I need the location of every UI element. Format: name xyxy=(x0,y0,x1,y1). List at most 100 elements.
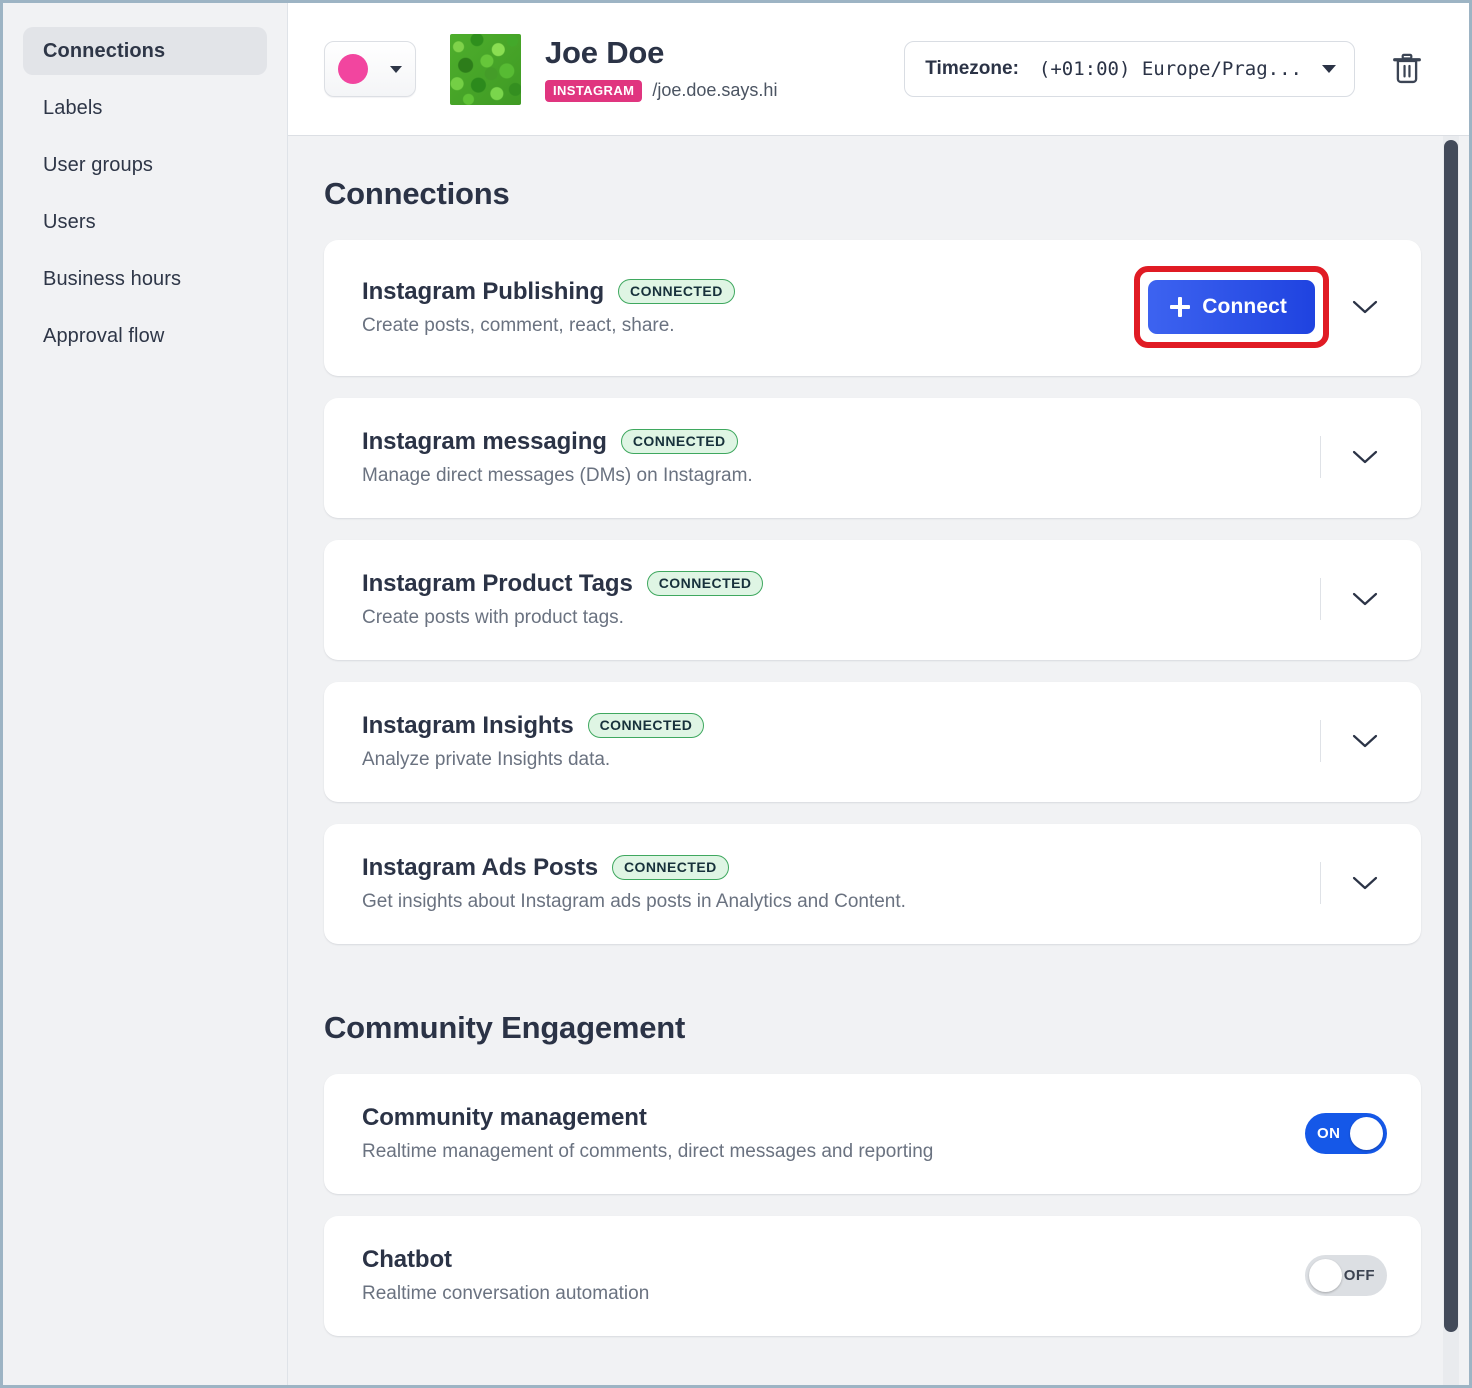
connect-button-highlight: Connect xyxy=(1134,266,1329,348)
scroll-area: Connections Instagram Publishing CONNECT… xyxy=(288,136,1469,1385)
toggle-state-label: ON xyxy=(1317,1125,1340,1142)
feature-row-community-management: Community management Realtime management… xyxy=(324,1074,1421,1194)
vertical-scrollbar[interactable] xyxy=(1443,136,1459,1385)
chevron-down-icon xyxy=(1352,733,1378,749)
connection-card-instagram-insights: Instagram Insights CONNECTED Analyze pri… xyxy=(324,682,1421,802)
expand-card-button[interactable] xyxy=(1343,435,1387,479)
sidebar-item-business-hours[interactable]: Business hours xyxy=(23,255,267,303)
expand-card-button[interactable] xyxy=(1343,861,1387,905)
content-body: Connections Instagram Publishing CONNECT… xyxy=(288,136,1469,1385)
sidebar-item-user-groups[interactable]: User groups xyxy=(23,141,267,189)
expand-card-button[interactable] xyxy=(1343,719,1387,763)
card-description: Create posts, comment, react, share. xyxy=(362,315,1134,337)
card-text: Instagram Ads Posts CONNECTED Get insigh… xyxy=(362,854,1320,913)
card-title: Instagram Insights xyxy=(362,712,574,740)
color-picker-button[interactable] xyxy=(324,41,416,97)
profile-name: Joe Doe xyxy=(545,36,777,70)
app-window: Connections Labels User groups Users Bus… xyxy=(0,0,1472,1388)
card-description: Create posts with product tags. xyxy=(362,607,1320,629)
community-management-toggle[interactable]: ON xyxy=(1305,1113,1387,1154)
card-text: Instagram messaging CONNECTED Manage dir… xyxy=(362,428,1320,487)
card-text: Instagram Publishing CONNECTED Create po… xyxy=(362,278,1134,337)
card-description: Analyze private Insights data. xyxy=(362,749,1320,771)
card-text: Instagram Product Tags CONNECTED Create … xyxy=(362,570,1320,629)
card-title-row: Instagram messaging CONNECTED xyxy=(362,428,1320,456)
card-description: Get insights about Instagram ads posts i… xyxy=(362,891,1320,913)
divider xyxy=(1320,436,1321,478)
chevron-down-icon xyxy=(1352,449,1378,465)
connect-button-label: Connect xyxy=(1202,295,1287,319)
trash-icon xyxy=(1392,53,1422,85)
expand-card-button[interactable] xyxy=(1343,285,1387,329)
card-text: Instagram Insights CONNECTED Analyze pri… xyxy=(362,712,1320,771)
divider xyxy=(1320,862,1321,904)
card-title: Instagram Ads Posts xyxy=(362,854,598,882)
status-badge: CONNECTED xyxy=(647,571,764,596)
card-title: Community management xyxy=(362,1104,647,1132)
sidebar-item-connections[interactable]: Connections xyxy=(23,27,267,75)
card-title-row: Community management xyxy=(362,1104,1305,1132)
toggle-knob xyxy=(1350,1117,1383,1150)
card-title: Instagram Product Tags xyxy=(362,570,633,598)
scrollbar-thumb[interactable] xyxy=(1444,140,1458,1332)
card-text: Chatbot Realtime conversation automation xyxy=(362,1246,1305,1305)
connection-card-instagram-messaging: Instagram messaging CONNECTED Manage dir… xyxy=(324,398,1421,518)
main-column: Joe Doe INSTAGRAM /joe.doe.says.hi Timez… xyxy=(288,3,1469,1385)
chevron-down-icon xyxy=(390,66,402,73)
chevron-down-icon xyxy=(1352,875,1378,891)
timezone-select[interactable]: Timezone: (+01:00) Europe/Prag... xyxy=(904,41,1355,97)
connection-card-instagram-ads-posts: Instagram Ads Posts CONNECTED Get insigh… xyxy=(324,824,1421,944)
feature-row-chatbot: Chatbot Realtime conversation automation… xyxy=(324,1216,1421,1336)
sidebar-item-label: Labels xyxy=(43,97,103,120)
profile-avatar xyxy=(450,34,521,105)
sidebar-item-label: Business hours xyxy=(43,268,181,291)
card-text: Community management Realtime management… xyxy=(362,1104,1305,1163)
card-title-row: Instagram Insights CONNECTED xyxy=(362,712,1320,740)
connect-button[interactable]: Connect xyxy=(1148,280,1315,334)
profile-header: Joe Doe INSTAGRAM /joe.doe.says.hi Timez… xyxy=(288,3,1469,136)
sidebar-item-label: User groups xyxy=(43,154,153,177)
card-title: Chatbot xyxy=(362,1246,452,1274)
sidebar-item-labels[interactable]: Labels xyxy=(23,84,267,132)
chatbot-toggle[interactable]: OFF xyxy=(1305,1255,1387,1296)
status-badge: CONNECTED xyxy=(618,279,735,304)
sidebar-item-label: Approval flow xyxy=(43,325,164,348)
section-title-community-engagement: Community Engagement xyxy=(324,1010,1421,1046)
card-actions xyxy=(1320,861,1387,905)
chevron-down-icon xyxy=(1352,299,1378,315)
card-title-row: Instagram Product Tags CONNECTED xyxy=(362,570,1320,598)
card-title-row: Instagram Ads Posts CONNECTED xyxy=(362,854,1320,882)
status-badge: CONNECTED xyxy=(588,713,705,738)
profile-subline: INSTAGRAM /joe.doe.says.hi xyxy=(545,80,777,102)
sidebar-item-users[interactable]: Users xyxy=(23,198,267,246)
divider xyxy=(1320,720,1321,762)
card-description: Realtime conversation automation xyxy=(362,1283,1305,1305)
card-title-row: Chatbot xyxy=(362,1246,1305,1274)
connection-card-instagram-publishing: Instagram Publishing CONNECTED Create po… xyxy=(324,240,1421,376)
plus-icon xyxy=(1170,297,1190,317)
network-badge: INSTAGRAM xyxy=(545,80,642,102)
divider xyxy=(1320,578,1321,620)
profile-identity: Joe Doe INSTAGRAM /joe.doe.says.hi xyxy=(545,36,777,101)
expand-card-button[interactable] xyxy=(1343,577,1387,621)
toggle-knob xyxy=(1309,1259,1342,1292)
sidebar-item-label: Users xyxy=(43,211,96,234)
card-actions xyxy=(1320,435,1387,479)
card-description: Realtime management of comments, direct … xyxy=(362,1141,1305,1163)
card-title-row: Instagram Publishing CONNECTED xyxy=(362,278,1134,306)
settings-sidebar: Connections Labels User groups Users Bus… xyxy=(3,3,288,1385)
status-badge: CONNECTED xyxy=(612,855,729,880)
card-title: Instagram messaging xyxy=(362,428,607,456)
toggle-state-label: OFF xyxy=(1344,1267,1375,1284)
timezone-value: (+01:00) Europe/Prag... xyxy=(1039,58,1302,80)
card-title: Instagram Publishing xyxy=(362,278,604,306)
status-badge: CONNECTED xyxy=(621,429,738,454)
sidebar-item-approval-flow[interactable]: Approval flow xyxy=(23,312,267,360)
card-actions: Connect xyxy=(1134,266,1387,348)
sidebar-item-label: Connections xyxy=(43,40,165,63)
delete-profile-button[interactable] xyxy=(1381,43,1433,95)
card-actions xyxy=(1320,719,1387,763)
timezone-label: Timezone: xyxy=(925,58,1019,80)
card-actions xyxy=(1320,577,1387,621)
chevron-down-icon xyxy=(1352,591,1378,607)
